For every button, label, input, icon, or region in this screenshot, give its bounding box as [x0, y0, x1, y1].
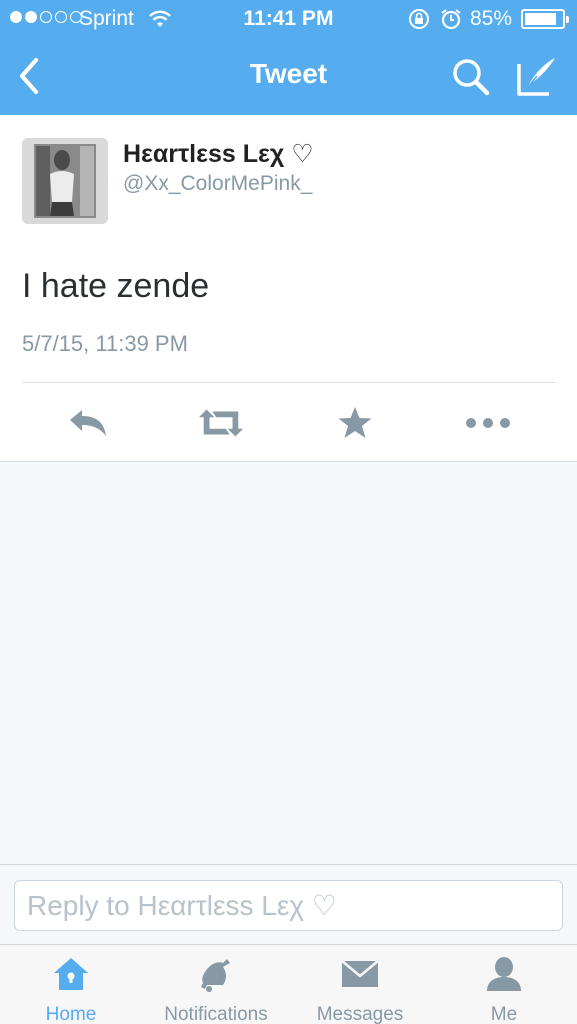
display-name[interactable]: Hεαrτlεss Lεχ ♡	[123, 139, 314, 169]
tweet-timestamp: 5/7/15, 11:39 PM	[22, 331, 188, 356]
rotation-lock-icon	[408, 8, 430, 36]
profile-photo	[22, 138, 108, 224]
nav-bar: Tweet	[0, 38, 577, 115]
retweet-button[interactable]	[197, 403, 245, 443]
reply-icon	[70, 410, 106, 436]
reply-button[interactable]	[64, 403, 112, 443]
compose-icon	[517, 58, 555, 96]
tweet-detail: Hεαrτlεss Lεχ ♡ @Xx_ColorMePink_ I hate …	[0, 115, 577, 462]
more-options-button[interactable]	[464, 403, 512, 443]
alarm-icon	[440, 8, 462, 36]
retweet-icon	[198, 409, 244, 437]
battery-level	[525, 13, 556, 25]
tab-bar: Home Notifications Messages Me	[0, 944, 577, 1024]
reply-input[interactable]	[14, 880, 563, 931]
favorite-button[interactable]	[331, 403, 379, 443]
tab-me-label: Me	[490, 1004, 518, 1024]
status-bar: Sprint 11:41 PM 85%	[0, 0, 577, 38]
top-bar: Sprint 11:41 PM 85% Tweet	[0, 0, 577, 115]
tab-notifications-label: Notifications	[164, 1004, 268, 1024]
more-icon	[466, 418, 510, 428]
person-icon	[487, 957, 521, 991]
compose-tweet-button[interactable]	[515, 54, 559, 98]
divider	[22, 382, 555, 383]
avatar[interactable]	[22, 138, 108, 224]
reply-bar	[0, 864, 577, 944]
envelope-icon	[341, 960, 379, 987]
tab-messages-label: Messages	[316, 1004, 404, 1024]
tweet-text: I hate zende	[22, 267, 210, 305]
tab-home[interactable]: Home	[6, 953, 136, 1024]
tab-me[interactable]: Me	[439, 953, 569, 1024]
star-icon	[338, 407, 372, 438]
tab-messages[interactable]: Messages	[295, 953, 425, 1024]
bell-icon	[201, 959, 230, 992]
user-handle[interactable]: @Xx_ColorMePink_	[123, 172, 312, 196]
home-icon	[54, 958, 88, 990]
tab-notifications[interactable]: Notifications	[151, 953, 281, 1024]
tab-home-label: Home	[45, 1004, 97, 1024]
battery-percentage: 85%	[470, 7, 513, 30]
battery-icon	[521, 9, 569, 29]
search-button[interactable]	[450, 56, 492, 98]
search-icon	[453, 59, 490, 96]
